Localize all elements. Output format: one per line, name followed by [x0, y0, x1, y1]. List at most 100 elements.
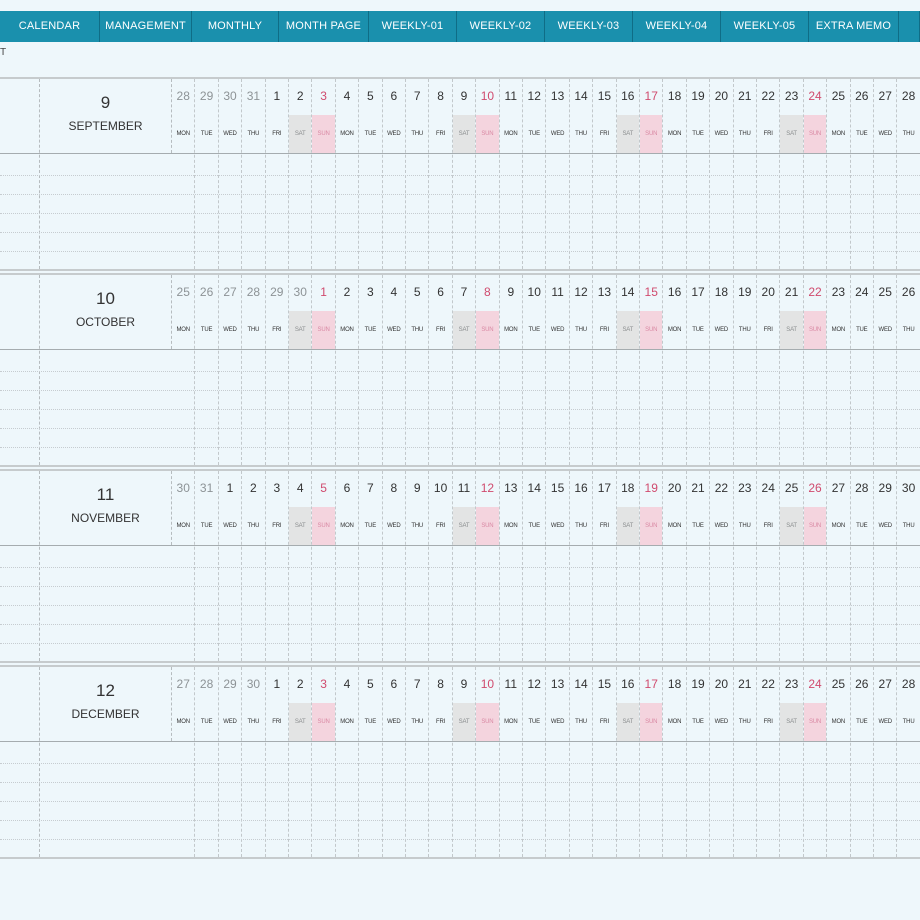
- day-column[interactable]: 20 MON: [663, 471, 687, 661]
- day-column[interactable]: 28 THU: [242, 275, 266, 465]
- day-column[interactable]: 6 WED: [383, 667, 406, 857]
- day-column[interactable]: 11 MON: [500, 79, 523, 269]
- day-column[interactable]: 2 THU: [242, 471, 266, 661]
- day-column[interactable]: 18 WED: [710, 275, 734, 465]
- nav-tab-monthly[interactable]: MONTHLY: [192, 11, 279, 42]
- day-column[interactable]: 10 FRI: [429, 471, 453, 661]
- month-header[interactable]: 10 OCTOBER: [40, 275, 172, 349]
- day-column[interactable]: 9 THU: [406, 471, 430, 661]
- day-column[interactable]: 4 WED: [383, 275, 406, 465]
- day-column[interactable]: 17 SUN: [640, 79, 664, 269]
- day-column[interactable]: 6 FRI: [429, 275, 453, 465]
- day-column[interactable]: 5 TUE: [359, 79, 383, 269]
- day-column[interactable]: 28 THU: [897, 79, 920, 269]
- day-column[interactable]: 17 TUE: [687, 275, 711, 465]
- nav-tab-weekly-05[interactable]: WEEKLY-05: [721, 11, 809, 42]
- day-column[interactable]: 29 WED: [219, 667, 243, 857]
- day-column[interactable]: 27 WED: [874, 79, 898, 269]
- day-column[interactable]: 19 SUN: [640, 471, 664, 661]
- day-column[interactable]: 9 SAT: [452, 79, 477, 269]
- day-column[interactable]: 16 SAT: [616, 79, 640, 269]
- nav-tab-management[interactable]: MANAGEMENT: [100, 11, 192, 42]
- day-column[interactable]: 9 MON: [500, 275, 523, 465]
- day-column[interactable]: 22 WED: [710, 471, 734, 661]
- day-column[interactable]: 25 MON: [827, 667, 851, 857]
- day-column[interactable]: 8 WED: [383, 471, 406, 661]
- day-column[interactable]: 23 SAT: [780, 667, 804, 857]
- day-column[interactable]: 10 SUN: [476, 79, 500, 269]
- month-header[interactable]: 9 SEPTEMBER: [40, 79, 172, 153]
- day-column[interactable]: 21 TUE: [687, 471, 711, 661]
- day-column[interactable]: 8 FRI: [429, 667, 453, 857]
- nav-tab-weekly-04[interactable]: WEEKLY-04: [633, 11, 721, 42]
- day-column[interactable]: 11 MON: [500, 667, 523, 857]
- day-column[interactable]: 22 FRI: [757, 667, 781, 857]
- day-column[interactable]: 18 MON: [663, 667, 687, 857]
- day-column[interactable]: 1 SUN: [312, 275, 336, 465]
- day-column[interactable]: 7 THU: [406, 79, 430, 269]
- day-column[interactable]: 26 SUN: [803, 471, 828, 661]
- day-column[interactable]: 29 FRI: [266, 275, 289, 465]
- day-column[interactable]: 2 SAT: [289, 79, 313, 269]
- day-column[interactable]: 14 THU: [570, 79, 594, 269]
- day-column[interactable]: 24 TUE: [851, 275, 874, 465]
- day-column[interactable]: 29 TUE: [195, 79, 219, 269]
- day-column[interactable]: 23 THU: [734, 471, 757, 661]
- day-column[interactable]: 9 SAT: [452, 667, 477, 857]
- day-column[interactable]: 6 MON: [336, 471, 360, 661]
- day-column[interactable]: 6 WED: [383, 79, 406, 269]
- day-column[interactable]: 8 SUN: [476, 275, 500, 465]
- day-column[interactable]: 28 THU: [897, 667, 920, 857]
- day-column[interactable]: 5 SUN: [312, 471, 336, 661]
- day-column[interactable]: 1 WED: [219, 471, 243, 661]
- day-column[interactable]: 13 WED: [546, 667, 570, 857]
- month-header[interactable]: 12 DECEMBER: [40, 667, 172, 741]
- day-column[interactable]: 18 SAT: [616, 471, 640, 661]
- day-column[interactable]: 20 WED: [710, 79, 734, 269]
- day-column[interactable]: 8 FRI: [429, 79, 453, 269]
- day-column[interactable]: 14 THU: [570, 667, 594, 857]
- day-column[interactable]: 22 SUN: [803, 275, 828, 465]
- day-column[interactable]: 27 MON: [172, 667, 196, 857]
- day-column[interactable]: 23 SAT: [780, 79, 804, 269]
- day-column[interactable]: 25 SAT: [780, 471, 804, 661]
- day-column[interactable]: 15 FRI: [593, 79, 617, 269]
- day-column[interactable]: 7 THU: [406, 667, 430, 857]
- day-column[interactable]: 28 TUE: [851, 471, 874, 661]
- day-column[interactable]: 30 THU: [242, 667, 266, 857]
- day-column[interactable]: 1 FRI: [266, 79, 289, 269]
- day-column[interactable]: 27 WED: [874, 667, 898, 857]
- day-column[interactable]: 30 THU: [897, 471, 920, 661]
- day-column[interactable]: 28 TUE: [195, 667, 219, 857]
- day-column[interactable]: 22 FRI: [757, 79, 781, 269]
- day-column[interactable]: 30 SAT: [289, 275, 313, 465]
- day-column[interactable]: 29 WED: [874, 471, 898, 661]
- day-column[interactable]: 26 TUE: [851, 79, 874, 269]
- day-column[interactable]: 3 TUE: [359, 275, 383, 465]
- day-column[interactable]: 16 THU: [570, 471, 594, 661]
- day-column[interactable]: 21 THU: [734, 79, 757, 269]
- nav-tab-weekly-01[interactable]: WEEKLY-01: [369, 11, 457, 42]
- day-column[interactable]: 19 TUE: [687, 79, 711, 269]
- day-column[interactable]: 15 FRI: [593, 667, 617, 857]
- day-column[interactable]: 18 MON: [663, 79, 687, 269]
- day-column[interactable]: 24 FRI: [757, 471, 781, 661]
- day-column[interactable]: 2 MON: [336, 275, 360, 465]
- day-column[interactable]: 19 THU: [734, 275, 757, 465]
- day-column[interactable]: 10 TUE: [523, 275, 547, 465]
- nav-tab-weekly-02[interactable]: WEEKLY-02: [457, 11, 545, 42]
- day-column[interactable]: 26 THU: [897, 275, 920, 465]
- day-column[interactable]: 12 TUE: [523, 79, 547, 269]
- day-column[interactable]: 3 FRI: [266, 471, 289, 661]
- day-column[interactable]: 4 MON: [336, 79, 360, 269]
- day-column[interactable]: 11 SAT: [452, 471, 477, 661]
- day-column[interactable]: 1 FRI: [266, 667, 289, 857]
- day-column[interactable]: 5 THU: [406, 275, 430, 465]
- day-column[interactable]: 23 MON: [827, 275, 851, 465]
- day-column[interactable]: 25 MON: [172, 275, 196, 465]
- day-column[interactable]: 11 WED: [546, 275, 570, 465]
- day-column[interactable]: 12 SUN: [476, 471, 500, 661]
- day-column[interactable]: 5 TUE: [359, 667, 383, 857]
- day-column[interactable]: 19 TUE: [687, 667, 711, 857]
- day-column[interactable]: 3 SUN: [312, 667, 336, 857]
